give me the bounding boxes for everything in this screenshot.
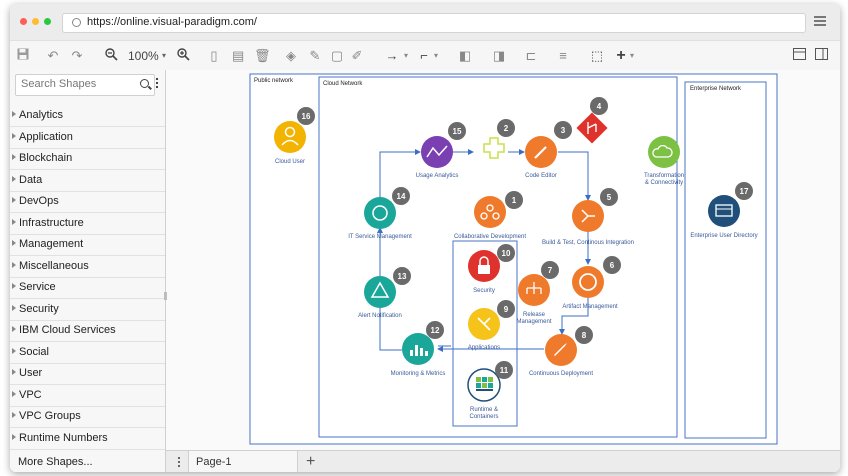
svg-text:IT Service Management: IT Service Management xyxy=(348,234,412,240)
svg-text:7: 7 xyxy=(548,266,553,275)
sidebar-resize-handle[interactable] xyxy=(164,292,167,300)
svg-text:Management: Management xyxy=(516,319,551,325)
svg-text:14: 14 xyxy=(397,192,406,201)
svg-text:Release: Release xyxy=(523,312,546,318)
svg-text:2: 2 xyxy=(504,124,509,133)
metrics-icon xyxy=(410,350,413,356)
svg-text:Code Editor: Code Editor xyxy=(525,173,557,179)
svg-text:6: 6 xyxy=(610,261,615,270)
svg-text:1: 1 xyxy=(512,196,517,205)
svg-text:Containers: Containers xyxy=(469,414,498,420)
svg-text:Usage Analytics: Usage Analytics xyxy=(416,173,459,179)
public-network-label: Public network xyxy=(254,78,294,84)
svg-text:Monitoring & Metrics: Monitoring & Metrics xyxy=(391,371,446,377)
svg-text:9: 9 xyxy=(504,305,509,314)
svg-text:Artifact Management: Artifact Management xyxy=(562,304,618,310)
svg-text:Transformation: Transformation xyxy=(644,173,684,179)
cloud-network-label: Cloud Network xyxy=(323,81,363,87)
svg-text:Security: Security xyxy=(473,288,495,294)
lock-icon xyxy=(478,265,490,274)
svg-text:Enterprise User Directory: Enterprise User Directory xyxy=(690,233,757,239)
svg-text:5: 5 xyxy=(607,193,612,202)
svg-text:16: 16 xyxy=(302,112,311,121)
enterprise-network-zone[interactable] xyxy=(684,81,767,439)
svg-text:Collaborative Development: Collaborative Development xyxy=(454,234,526,240)
svg-text:8: 8 xyxy=(582,331,587,340)
svg-text:Cloud User: Cloud User xyxy=(275,159,305,165)
svg-text:10: 10 xyxy=(502,249,511,258)
svg-text:Alert Notification: Alert Notification xyxy=(358,313,402,319)
svg-text:13: 13 xyxy=(398,272,407,281)
diagram: Public network Cloud Network Enterprise … xyxy=(164,73,778,445)
svg-text:3: 3 xyxy=(561,126,566,135)
svg-text:Build & Test, Continous Integr: Build & Test, Continous Integration xyxy=(542,240,634,246)
svg-text:17: 17 xyxy=(740,187,749,196)
svg-text:Runtime &: Runtime & xyxy=(470,407,498,413)
svg-text:Continuous Deployment: Continuous Deployment xyxy=(529,371,593,377)
enterprise-network-label: Enterprise Network xyxy=(690,86,742,92)
svg-text:15: 15 xyxy=(453,127,462,136)
svg-text:4: 4 xyxy=(597,102,602,111)
svg-text:& Connectivity: & Connectivity xyxy=(645,180,683,186)
svg-text:12: 12 xyxy=(431,326,440,335)
svg-text:Applications: Applications xyxy=(468,345,500,351)
svg-text:11: 11 xyxy=(500,366,509,375)
